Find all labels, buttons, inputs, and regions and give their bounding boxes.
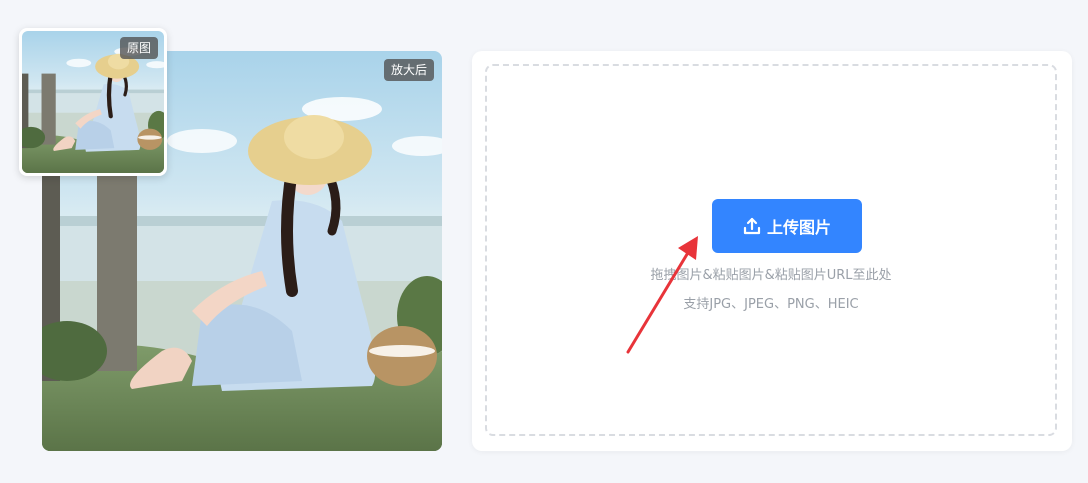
upload-icon [743,217,761,235]
upload-hint-drag: 拖拽图片&粘贴图片&粘贴图片URL至此处 [650,268,892,283]
upload-button-label: 上传图片 [766,218,831,237]
upload-dropzone[interactable]: 上传图片 拖拽图片&粘贴图片&粘贴图片URL至此处 支持JPG、JPEG、PNG… [485,64,1057,436]
after-label: 放大后 [383,59,434,81]
original-thumbnail-frame: 原图 [22,31,164,173]
upload-hint-formats: 支持JPG、JPEG、PNG、HEIC [683,297,859,312]
original-thumbnail[interactable]: 原图 [19,28,167,176]
original-label: 原图 [119,37,158,59]
upload-panel: 上传图片 拖拽图片&粘贴图片&粘贴图片URL至此处 支持JPG、JPEG、PNG… [472,51,1072,451]
upload-image-button[interactable]: 上传图片 [712,199,862,253]
